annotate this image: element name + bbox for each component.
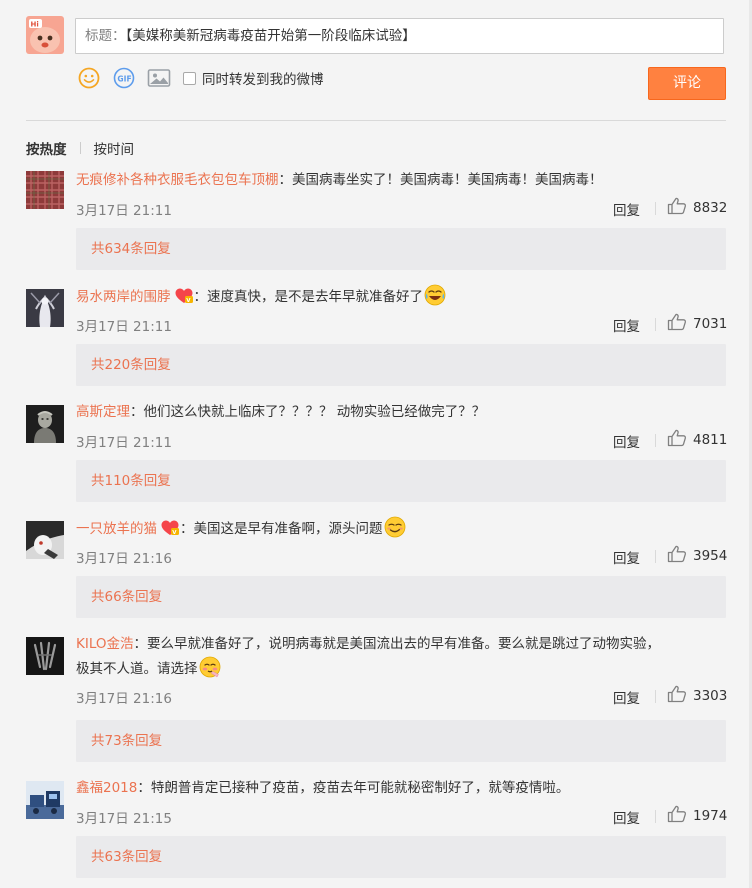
comment-content: KILO金浩：要么早就准备好了，说明病毒就是美国流出去的早有准备。要么就是跳过了… [76,632,726,686]
avatar[interactable] [26,405,64,443]
view-replies-link[interactable]: 共63条回复 [76,836,726,878]
submit-comment-button[interactable]: 评论 [648,67,726,100]
vip-heart-icon[interactable]: V [174,287,194,313]
comment-text: ：美国这是早有准备啊，源头问题 [180,521,383,537]
repost-checkbox[interactable]: 同时转发到我的微博 [183,68,324,88]
comment-content: 高斯定理：他们这么快就上临床了？？？？ 动物实验已经做完了？？ [76,400,726,424]
comment-username[interactable]: 易水两岸的围脖 [76,289,171,305]
avatar[interactable] [26,521,64,559]
comment-content: 易水两岸的围脖 V ：速度真快，是不是去年早就准备好了 [76,284,726,314]
thumbs-up-icon [667,805,687,827]
thumbs-up-icon [667,685,687,707]
avatar[interactable] [26,637,64,675]
comment-text-line-2: 极其不人道。请选择 [76,661,198,677]
thumbs-up-icon [667,313,687,335]
svg-text:V: V [172,530,177,536]
tab-sort-by-time[interactable]: 按时间 [94,138,135,158]
view-replies-link[interactable]: 共634条回复 [76,228,726,270]
comment-time: 3月17日 21:16 [76,691,172,707]
like-count: 8832 [693,200,728,216]
checkbox-box[interactable] [183,71,196,85]
tab-sort-by-hot[interactable]: 按热度 [26,138,67,158]
reply-button[interactable]: 回复 [613,687,640,707]
reply-button[interactable]: 回复 [613,315,640,335]
reply-button[interactable]: 回复 [613,807,640,827]
comment-time: 3月17日 21:11 [76,435,172,451]
blush-shy-emoji-icon [199,656,221,686]
like-button[interactable]: 8832 [667,197,727,219]
comment-time: 3月17日 21:11 [76,203,172,219]
comment-text: ：他们这么快就上临床了？？？？ 动物实验已经做完了？？ [130,404,486,420]
comment-text: ：要么早就准备好了，说明病毒就是美国流出去的早有准备。要么就是跳过了动物实验， [133,636,661,652]
comment-username[interactable]: 高斯定理 [76,404,130,420]
svg-text:V: V [186,298,191,304]
like-button[interactable]: 1974 [667,805,727,827]
repost-label: 同时转发到我的微博 [202,72,324,88]
avatar[interactable] [26,171,64,209]
avatar[interactable] [26,289,64,327]
image-icon[interactable] [147,66,171,90]
thumbs-up-icon [667,545,687,567]
comment-text: ：美国病毒坐实了！美国病毒！美国病毒！美国病毒！ [278,172,603,188]
action-separator [655,202,656,215]
svg-text:Hi: Hi [31,21,39,29]
like-button[interactable]: 4811 [667,429,727,451]
comment-content: 无痕修补各种衣服毛衣包包车顶棚：美国病毒坐实了！美国病毒！美国病毒！美国病毒！ [76,168,726,192]
thumbs-up-icon [667,429,687,451]
comment-panel: Hi 标题：【美媒称美新冠病毒疫苗开始第一阶段临床试验】 GIF 同时转发到我的… [0,0,752,888]
title-prefix: 标题： [85,28,126,44]
laugh-cry-emoji-icon [424,284,446,314]
action-separator [655,434,656,447]
comment-content: 一只放羊的猫 V ：美国这是早有准备啊，源头问题 [76,516,726,546]
svg-text:GIF: GIF [117,74,131,83]
comment-time: 3月17日 21:16 [76,551,172,567]
avatar[interactable] [26,781,64,819]
view-replies-link[interactable]: 共73条回复 [76,720,726,762]
current-user-avatar[interactable]: Hi [26,16,64,54]
comment-text: ：特朗普肯定已接种了疫苗，疫苗去年可能就秘密制好了，就等疫情啦。 [137,780,570,796]
thumbs-up-icon [667,197,687,219]
gif-icon[interactable]: GIF [112,66,136,90]
like-button[interactable]: 7031 [667,313,727,335]
comment-username[interactable]: 一只放羊的猫 [76,521,157,537]
comment-time: 3月17日 21:11 [76,319,172,335]
like-count: 4811 [693,432,728,448]
reply-button[interactable]: 回复 [613,547,640,567]
action-separator [655,318,656,331]
vip-heart-icon[interactable]: V [160,519,180,545]
comment-username[interactable]: 无痕修补各种衣服毛衣包包车顶棚 [76,172,279,188]
emoji-icon[interactable] [77,66,101,90]
divider [26,120,726,121]
action-separator [655,550,656,563]
like-count: 7031 [693,316,728,332]
reply-button[interactable]: 回复 [613,431,640,451]
view-replies-link[interactable]: 共66条回复 [76,576,726,618]
composer-toolbar: GIF 同时转发到我的微博 [77,66,324,90]
action-separator [655,690,656,703]
title-value: 【美媒称美新冠病毒疫苗开始第一阶段临床试验】 [125,28,416,44]
like-count: 1974 [693,808,728,824]
reply-button[interactable]: 回复 [613,199,640,219]
comment-time: 3月17日 21:15 [76,811,172,827]
smirk-emoji-icon [384,516,406,546]
view-replies-link[interactable]: 共220条回复 [76,344,726,386]
comment-username[interactable]: 鑫福2018 [76,780,137,796]
like-count: 3954 [693,548,728,564]
like-count: 3303 [693,688,728,704]
like-button[interactable]: 3954 [667,545,727,567]
view-replies-link[interactable]: 共110条回复 [76,460,726,502]
action-separator [655,810,656,823]
comment-input[interactable]: 标题：【美媒称美新冠病毒疫苗开始第一阶段临床试验】 [75,18,724,54]
comment-text: ：速度真快，是不是去年早就准备好了 [193,289,424,305]
comment-username[interactable]: KILO金浩 [76,636,134,652]
like-button[interactable]: 3303 [667,685,727,707]
tab-separator [79,142,81,154]
sort-tabs: 按热度 按时间 [26,138,135,158]
comment-content: 鑫福2018：特朗普肯定已接种了疫苗，疫苗去年可能就秘密制好了，就等疫情啦。 [76,776,726,800]
